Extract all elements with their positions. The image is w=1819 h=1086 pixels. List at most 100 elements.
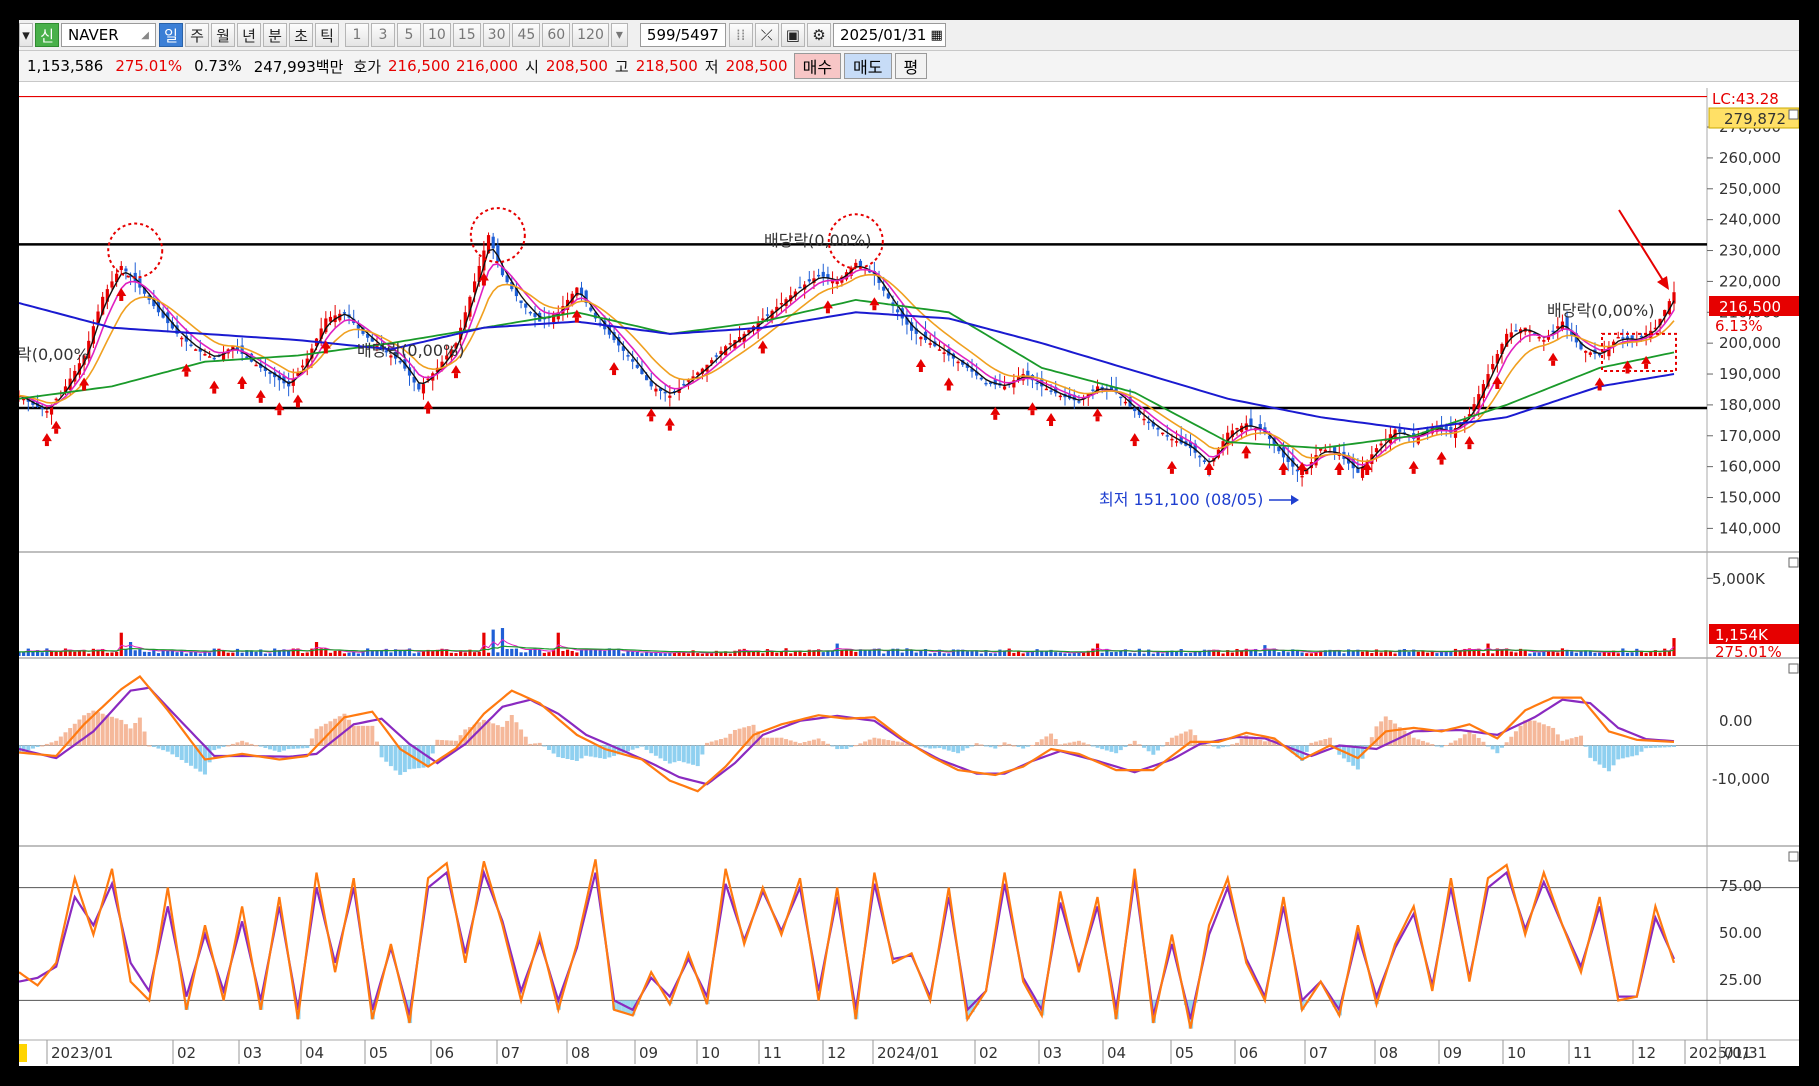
macd-histogram-bar	[1118, 745, 1123, 751]
volume-bar	[1054, 652, 1058, 656]
volume-bar	[463, 652, 467, 656]
stoch-tick-25: 25.00	[1719, 971, 1762, 989]
macd-histogram-bar	[1523, 720, 1528, 746]
macd-histogram-bar	[1262, 741, 1267, 746]
macd-histogram-bar	[635, 745, 640, 749]
macd-histogram-bar	[1039, 739, 1044, 746]
volume-panel-close-icon[interactable]	[1788, 557, 1799, 568]
date-label: 02	[979, 1044, 998, 1062]
buy-signal-arrow-stem	[1095, 416, 1100, 422]
macd-histogram-bar	[658, 745, 663, 759]
volume-bar	[370, 650, 374, 656]
volume-bar	[166, 650, 170, 656]
volume-bar	[1198, 651, 1202, 656]
macd-histogram-bar	[863, 741, 868, 746]
volume-bar	[700, 653, 704, 656]
volume-bar	[612, 649, 616, 656]
volume-bar	[328, 652, 333, 656]
volume-bar	[1007, 648, 1011, 656]
macd-histogram-bar	[1304, 745, 1309, 752]
volume-bar	[110, 652, 114, 656]
macd-histogram-bar	[802, 741, 807, 746]
stock-chart[interactable]: 270,000260,000250,000240,000230,000220,0…	[19, 20, 1799, 1066]
buy-signal-arrow-stem	[1644, 363, 1649, 369]
candle-body	[491, 236, 495, 249]
date-label: 05	[369, 1044, 388, 1062]
macd-panel-close-icon[interactable]	[1788, 663, 1799, 674]
volume-bar	[226, 652, 230, 656]
macd-histogram-bar	[798, 743, 803, 746]
candle-body	[1165, 435, 1169, 437]
volume-bar	[570, 650, 574, 656]
volume-bar	[1481, 653, 1485, 656]
macd-histogram-bar	[370, 725, 375, 746]
macd-histogram-bar	[123, 724, 128, 746]
volume-bar	[221, 650, 226, 656]
macd-histogram-bar	[691, 745, 696, 765]
volume-bar	[1109, 652, 1114, 656]
macd-histogram-bar	[1476, 737, 1481, 746]
candle-body	[779, 303, 784, 305]
volume-bar	[919, 650, 923, 656]
buy-signal-arrow-stem	[453, 373, 458, 379]
volume-bar	[1588, 651, 1592, 656]
buy-signal-arrow-stem	[44, 441, 49, 447]
volume-bar	[1072, 653, 1076, 656]
volume-bar	[970, 651, 974, 656]
macd-histogram-bar	[551, 745, 556, 754]
volume-bar	[589, 649, 593, 656]
macd-histogram-bar	[653, 745, 658, 756]
volume-bar	[54, 651, 58, 656]
date-label: 07	[1309, 1044, 1328, 1062]
macd-histogram-bar	[835, 745, 840, 750]
macd-histogram-bar	[1467, 730, 1472, 746]
macd-histogram-bar	[593, 745, 598, 758]
macd-histogram-bar	[137, 717, 142, 746]
macd-histogram-bar	[1230, 744, 1235, 746]
volume-bar	[398, 650, 402, 656]
volume-bar	[1114, 651, 1118, 656]
date-label: 03	[1043, 1044, 1062, 1062]
macd-histogram-bar	[677, 745, 682, 761]
macd-histogram-bar	[189, 745, 194, 766]
macd-histogram-bar	[1672, 745, 1676, 748]
macd-histogram-bar	[714, 740, 719, 746]
candle-body	[761, 318, 765, 321]
macd-histogram-bar	[1062, 743, 1067, 746]
volume-bar	[31, 651, 35, 656]
volume-bar	[91, 648, 95, 656]
macd-histogram-bar	[858, 743, 863, 746]
macd-histogram-bar	[1072, 741, 1077, 746]
volume-bar	[1370, 653, 1374, 656]
volume-bar	[347, 652, 351, 656]
candle-body	[1142, 418, 1146, 421]
stoch-panel-close-icon[interactable]	[1788, 851, 1799, 862]
macd-histogram-bar	[1481, 741, 1486, 746]
macd-histogram-bar	[1081, 742, 1086, 746]
volume-bar	[1277, 652, 1281, 656]
macd-histogram-bar	[546, 745, 551, 750]
macd-histogram-bar	[853, 745, 858, 747]
macd-histogram-bar	[119, 719, 124, 746]
volume-bar	[170, 650, 175, 656]
buy-signal-arrow-stem	[1207, 470, 1212, 475]
volume-bar	[235, 648, 240, 656]
macd-histogram-bar	[1155, 745, 1160, 751]
candle-body	[421, 384, 426, 394]
macd-histogram-bar	[151, 745, 156, 748]
date-label: 09	[639, 1044, 658, 1062]
volume-bar	[1137, 648, 1141, 656]
volume-bar	[1365, 650, 1369, 656]
macd-histogram-bar	[588, 745, 593, 757]
volume-bar	[1602, 652, 1606, 656]
volume-bar	[1044, 651, 1049, 656]
macd-histogram-bar	[268, 745, 273, 750]
price-panel-close-icon[interactable]	[1788, 109, 1799, 120]
volume-bar	[87, 653, 91, 656]
buy-signal-arrow-stem	[1467, 444, 1472, 450]
price-tick-label: 150,000	[1719, 489, 1781, 507]
macd-histogram-bar	[1090, 745, 1095, 747]
macd-histogram-bar	[179, 745, 184, 760]
macd-histogram-bar	[402, 745, 407, 773]
volume-bar	[514, 648, 519, 656]
